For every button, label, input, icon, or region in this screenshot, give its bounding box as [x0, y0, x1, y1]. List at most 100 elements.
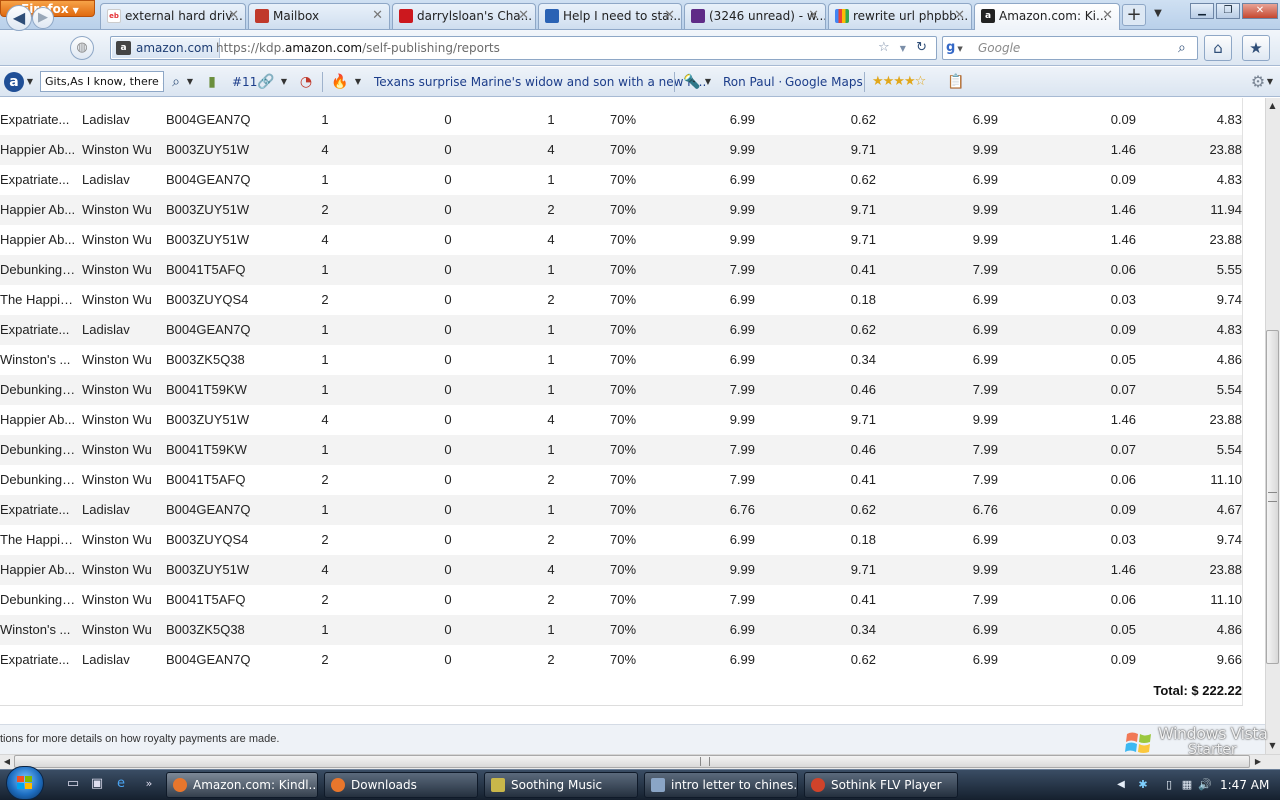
- forward-button[interactable]: ▶: [32, 7, 54, 29]
- vat-cell: 0.09: [1110, 502, 1136, 517]
- bookmark-ron-paul[interactable]: Ron Paul ·: [723, 72, 782, 92]
- taskbar-item-sothink[interactable]: Sothink FLV Player: [804, 772, 958, 798]
- fire-icon[interactable]: 🔥: [330, 72, 350, 92]
- asin-cell: B003ZK5Q38: [166, 352, 245, 367]
- royalty-type-cell: 70%: [609, 382, 637, 397]
- chevron-down-icon[interactable]: ▼: [184, 72, 196, 92]
- table-row: Expatriate... Ladislav B004GEAN7Q 1 0 1 70% 6.9…: [0, 105, 1243, 135]
- list-price-cell: 6.99: [729, 292, 755, 307]
- close-icon[interactable]: ✕: [954, 4, 965, 28]
- net-units-cell: 1: [547, 442, 555, 457]
- chevron-down-icon[interactable]: ▼: [352, 72, 364, 92]
- taskbar-clock[interactable]: 1:47 AM: [1220, 772, 1269, 798]
- taskbar-item-intro-letter[interactable]: intro letter to chines...: [644, 772, 798, 798]
- new-tab-button[interactable]: +: [1122, 4, 1146, 26]
- close-icon[interactable]: ✕: [808, 4, 819, 28]
- tab-youtube[interactable]: darrylsloan's Cha... ✕: [392, 3, 536, 29]
- chevron-down-icon[interactable]: ▼: [900, 44, 906, 53]
- offer-price-cell: 9.99: [972, 412, 998, 427]
- tab-mailbox[interactable]: Mailbox ✕: [248, 3, 390, 29]
- clipboard-icon[interactable]: 📋: [946, 72, 966, 92]
- scroll-down-arrow-icon[interactable]: ▼: [1266, 739, 1279, 753]
- list-all-tabs-icon[interactable]: ▼: [1150, 4, 1166, 24]
- news-headline-link[interactable]: Texans surprise Marine's widow and son w…: [374, 72, 706, 92]
- title-cell: Expatriate...: [0, 502, 70, 517]
- toolbar-rank-link[interactable]: #11: [232, 72, 257, 92]
- switch-windows-icon[interactable]: ▣: [88, 776, 106, 792]
- search-icon[interactable]: ⌕: [1178, 38, 1186, 58]
- scroll-right-arrow-icon[interactable]: ▶: [1251, 755, 1265, 768]
- google-search-engine-icon[interactable]: g ▼: [946, 40, 963, 56]
- close-icon[interactable]: ✕: [518, 4, 529, 28]
- close-icon[interactable]: ✕: [228, 4, 239, 28]
- taskbar-item-label: Amazon.com: Kindl...: [193, 778, 318, 792]
- bookmark-google-maps[interactable]: Google Maps: [785, 72, 863, 92]
- table-row: Expatriate... Ladislav B004GEAN7Q 1 0 1 70% 6.7…: [0, 495, 1243, 525]
- chevron-down-icon: ▼: [72, 6, 79, 15]
- taskbar-item-amazon[interactable]: Amazon.com: Kindl...: [166, 772, 318, 798]
- delivery-cost-cell: 0.41: [850, 592, 876, 607]
- torch-icon[interactable]: 🔦: [682, 72, 702, 92]
- units-refunded-cell: 0: [444, 142, 452, 157]
- reload-icon[interactable]: ↻: [916, 40, 927, 55]
- title-cell: Happier Ab...: [0, 142, 76, 157]
- show-hidden-icons-icon[interactable]: ◀: [1114, 778, 1128, 792]
- home-icon: ⌂: [1213, 39, 1223, 57]
- scroll-left-arrow-icon[interactable]: ◀: [0, 755, 14, 768]
- toolbar-logo-icon[interactable]: a: [4, 72, 24, 92]
- star-bookmark-icon[interactable]: ☆: [878, 40, 890, 55]
- scroll-up-arrow-icon[interactable]: ▲: [1266, 99, 1279, 113]
- close-icon[interactable]: ✕: [1102, 4, 1113, 28]
- chevron-down-icon[interactable]: ▼: [278, 72, 290, 92]
- title-cell: Happier Ab...: [0, 562, 76, 577]
- table-row: Winston's ... Winston Wu B003ZK5Q38 1 0 1 70% 6…: [0, 615, 1243, 645]
- tab-ebay[interactable]: eb external hard driv... ✕: [100, 3, 246, 29]
- taskbar-item-downloads[interactable]: Downloads: [324, 772, 478, 798]
- chevron-down-icon[interactable]: ▼: [1264, 72, 1276, 92]
- royalty-type-cell: 70%: [609, 262, 637, 277]
- internet-explorer-icon[interactable]: e: [112, 776, 130, 792]
- quick-launch-more-icon[interactable]: »: [140, 776, 158, 792]
- table-row: Debunking ... Winston Wu B0041T5AFQ 1 0 1 70% 7…: [0, 255, 1243, 285]
- home-button[interactable]: ⌂: [1204, 35, 1232, 61]
- chain-link-icon[interactable]: 🔗: [256, 72, 276, 92]
- search-icon[interactable]: ⌕: [166, 72, 186, 92]
- bluetooth-icon[interactable]: ✱: [1136, 778, 1150, 792]
- tab-amazon[interactable]: a Amazon.com: Ki... ✕: [974, 3, 1120, 30]
- toolbar-search-input[interactable]: [40, 71, 164, 92]
- minimize-button[interactable]: ▁: [1190, 3, 1214, 19]
- safely-remove-icon[interactable]: ▯: [1162, 778, 1176, 792]
- show-desktop-icon[interactable]: ▭: [64, 776, 82, 792]
- rating-stars-icon[interactable]: ★★★★☆: [872, 72, 926, 92]
- stop-reload-button[interactable]: ◍: [70, 36, 94, 60]
- network-icon[interactable]: ▦: [1180, 778, 1194, 792]
- youtube-icon: [399, 9, 413, 23]
- tab-google-search[interactable]: rewrite url phpbb... ✕: [828, 3, 972, 29]
- chevron-down-icon[interactable]: ▼: [24, 72, 36, 92]
- units-refunded-cell: 0: [444, 112, 452, 127]
- offer-price-cell: 7.99: [972, 442, 998, 457]
- volume-icon[interactable]: 🔊: [1198, 778, 1212, 792]
- list-price-cell: 7.99: [729, 442, 755, 457]
- royalty-cell: 4.83: [1216, 172, 1242, 187]
- site-identity-button[interactable]: a amazon.com: [112, 38, 221, 58]
- chevron-down-icon[interactable]: ▼: [702, 72, 714, 92]
- bar-chart-icon[interactable]: ▮: [202, 72, 222, 92]
- report-total: Total: $ 222.22: [1153, 683, 1242, 698]
- restore-button[interactable]: ❐: [1216, 3, 1240, 19]
- bookmarks-menu-button[interactable]: ★: [1242, 35, 1270, 61]
- close-icon[interactable]: ✕: [372, 4, 383, 28]
- taskbar-item-soothing-music[interactable]: Soothing Music: [484, 772, 638, 798]
- royalty-cell: 11.10: [1210, 472, 1242, 487]
- url-text[interactable]: https://kdp.amazon.com/self-publishing/r…: [216, 38, 500, 58]
- offer-price-cell: 6.99: [972, 322, 998, 337]
- back-button[interactable]: ◀: [6, 5, 32, 31]
- tab-label: external hard driv...: [125, 9, 243, 23]
- units-refunded-cell: 0: [444, 592, 452, 607]
- stopwatch-icon[interactable]: ◔: [296, 72, 316, 92]
- close-icon[interactable]: ✕: [664, 4, 675, 28]
- tab-help[interactable]: Help I need to sta... ✕: [538, 3, 682, 29]
- tab-mail[interactable]: (3246 unread) - w... ✕: [684, 3, 826, 29]
- close-window-button[interactable]: ✕: [1242, 3, 1278, 19]
- horizontal-scroll-thumb[interactable]: [14, 755, 1250, 768]
